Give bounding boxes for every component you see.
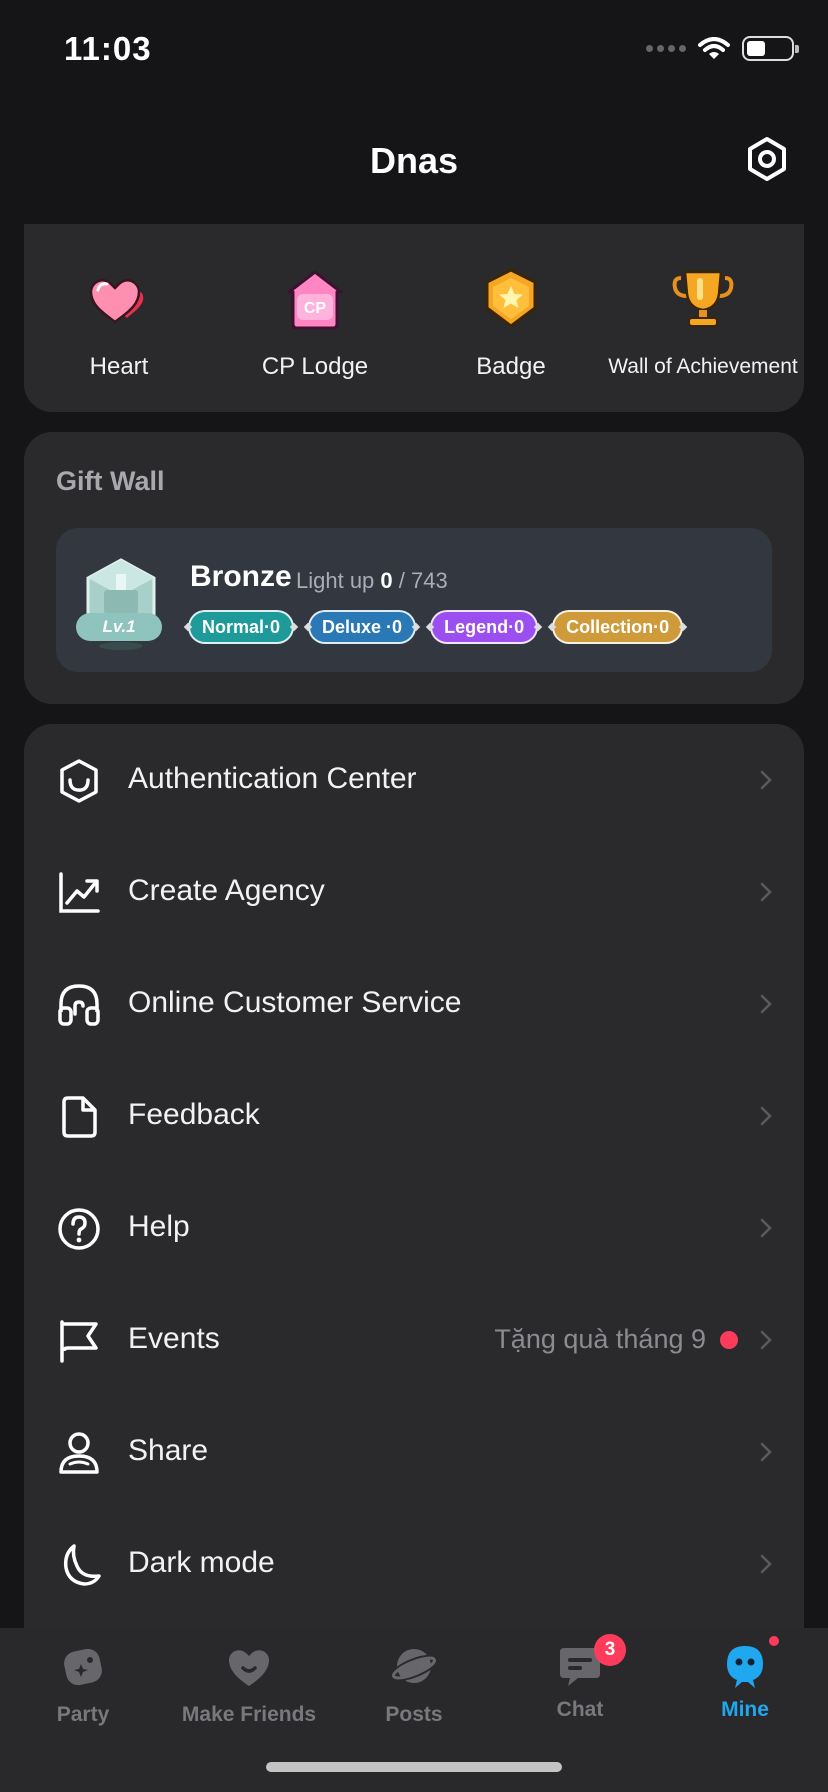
events-promo-text: Tặng quà tháng 9	[494, 1324, 706, 1354]
home-indicator[interactable]	[266, 1762, 562, 1772]
chat-unread-badge: 3	[594, 1634, 626, 1666]
gift-wall-title: Gift Wall	[56, 466, 165, 496]
gift-level-badge: Lv.1	[76, 613, 162, 641]
tab-label: Mine	[721, 1698, 769, 1721]
bottom-tab-bar: Party Make Friends Posts 3 Chat Mine	[0, 1628, 828, 1792]
tab-chat[interactable]: 3 Chat	[497, 1634, 663, 1722]
tab-party[interactable]: Party	[0, 1642, 166, 1727]
feature-heart[interactable]: Heart	[24, 264, 214, 381]
chevron-right-icon	[760, 1554, 772, 1574]
title-bar: Dnas	[0, 120, 828, 200]
planet-icon	[390, 1649, 438, 1683]
menu-item-share[interactable]: Share	[24, 1396, 804, 1508]
menu-item-help[interactable]: Help	[24, 1172, 804, 1284]
mine-icon-wrap	[721, 1634, 781, 1690]
question-icon	[58, 1208, 100, 1250]
pill-legend[interactable]: Legend·0	[430, 610, 539, 644]
menu-item-online-customer-service[interactable]: Online Customer Service	[24, 948, 804, 1060]
document-icon	[62, 1096, 97, 1138]
feature-cp-lodge[interactable]: CP CP Lodge	[220, 264, 410, 381]
settings-icon[interactable]	[744, 136, 790, 182]
tab-posts[interactable]: Posts	[331, 1642, 497, 1727]
chevron-right-icon	[760, 1330, 772, 1350]
moon-icon	[63, 1544, 101, 1586]
settings-menu: Authentication Center Create Agency Onli…	[24, 724, 804, 1628]
chart-up-icon	[59, 872, 100, 913]
tab-make-friends[interactable]: Make Friends	[166, 1642, 332, 1727]
chevron-right-icon	[760, 1218, 772, 1238]
gift-light-up: Light up 0 / 743	[296, 568, 448, 594]
tab-label: Chat	[556, 1698, 604, 1721]
feature-card: Heart CP CP Lodge Badge Wall of Achievem…	[24, 224, 804, 412]
feature-label: Heart	[89, 353, 149, 380]
menu-item-create-agency[interactable]: Create Agency	[24, 836, 804, 948]
share-user-icon	[59, 1432, 99, 1474]
flag-icon	[60, 1320, 98, 1363]
gift-total: / 743	[398, 568, 448, 593]
mine-avatar-icon	[727, 1646, 763, 1688]
status-bar: 11:03	[0, 0, 828, 100]
chevron-right-icon	[760, 1106, 772, 1126]
status-time: 11:03	[64, 30, 152, 67]
page-title: Dnas	[369, 140, 459, 181]
menu-label: Online Customer Service	[128, 986, 462, 1019]
gift-lit-count: 0	[380, 568, 393, 593]
menu-label: Dark mode	[128, 1546, 275, 1579]
chevron-right-icon	[760, 1442, 772, 1462]
shield-check-icon	[60, 759, 98, 803]
pill-deluxe[interactable]: Deluxe ·0	[308, 610, 417, 644]
menu-label: Share	[128, 1434, 209, 1467]
tab-label: Posts	[385, 1703, 443, 1726]
badge-icon	[485, 268, 537, 328]
chevron-right-icon	[760, 770, 772, 790]
pill-collection[interactable]: Collection·0	[552, 610, 684, 644]
tab-mine[interactable]: Mine	[662, 1634, 828, 1722]
chevron-right-icon	[760, 994, 772, 1014]
gift-tier-pills: Normal·0 Deluxe ·0 Legend·0 Collection·0	[188, 610, 684, 644]
heart-friends-icon	[229, 1650, 269, 1686]
gift-rank: Bronze	[190, 560, 292, 593]
gift-wall-summary[interactable]: Lv.1 Bronze Light up 0 / 743 Normal·0 De…	[56, 528, 772, 672]
tab-label: Party	[56, 1703, 110, 1726]
cp-lodge-icon: CP	[287, 270, 343, 330]
gift-light-label: Light up	[296, 568, 375, 593]
menu-item-events[interactable]: Events Tặng quà tháng 9	[24, 1284, 804, 1396]
menu-label: Create Agency	[128, 874, 325, 907]
menu-label: Authentication Center	[128, 762, 417, 795]
cellular-signal-icon	[646, 45, 686, 52]
trophy-icon	[672, 270, 734, 327]
menu-label: Events	[128, 1322, 220, 1355]
chevron-right-icon	[760, 882, 772, 902]
chat-icon-wrap: 3	[556, 1634, 626, 1690]
feature-label: Wall of Achievement	[608, 355, 798, 378]
headset-icon	[58, 984, 100, 1026]
feature-label: Badge	[476, 353, 546, 380]
notification-dot	[767, 1634, 781, 1648]
party-icon	[64, 1648, 102, 1686]
feature-badge[interactable]: Badge	[416, 264, 606, 381]
status-indicators	[646, 36, 799, 61]
cp-text: CP	[304, 300, 327, 317]
events-promo: Tặng quà tháng 9	[494, 1324, 738, 1355]
menu-item-feedback[interactable]: Feedback	[24, 1060, 804, 1172]
battery-icon	[742, 36, 799, 61]
menu-item-authentication-center[interactable]: Authentication Center	[24, 724, 804, 836]
notification-dot	[720, 1330, 738, 1349]
menu-label: Help	[128, 1210, 190, 1243]
gift-wall-card[interactable]: Gift Wall Lv.1 Bronze Light up 0 / 743 N…	[24, 432, 804, 704]
heart-icon	[89, 279, 144, 324]
menu-label: Feedback	[128, 1098, 260, 1131]
tab-label: Make Friends	[181, 1703, 317, 1726]
menu-item-dark-mode[interactable]: Dark mode	[24, 1508, 804, 1620]
feature-wall-of-achievement[interactable]: Wall of Achievement	[608, 264, 798, 379]
pill-normal[interactable]: Normal·0	[188, 610, 295, 644]
wifi-icon	[698, 36, 730, 59]
feature-label: CP Lodge	[261, 353, 369, 380]
